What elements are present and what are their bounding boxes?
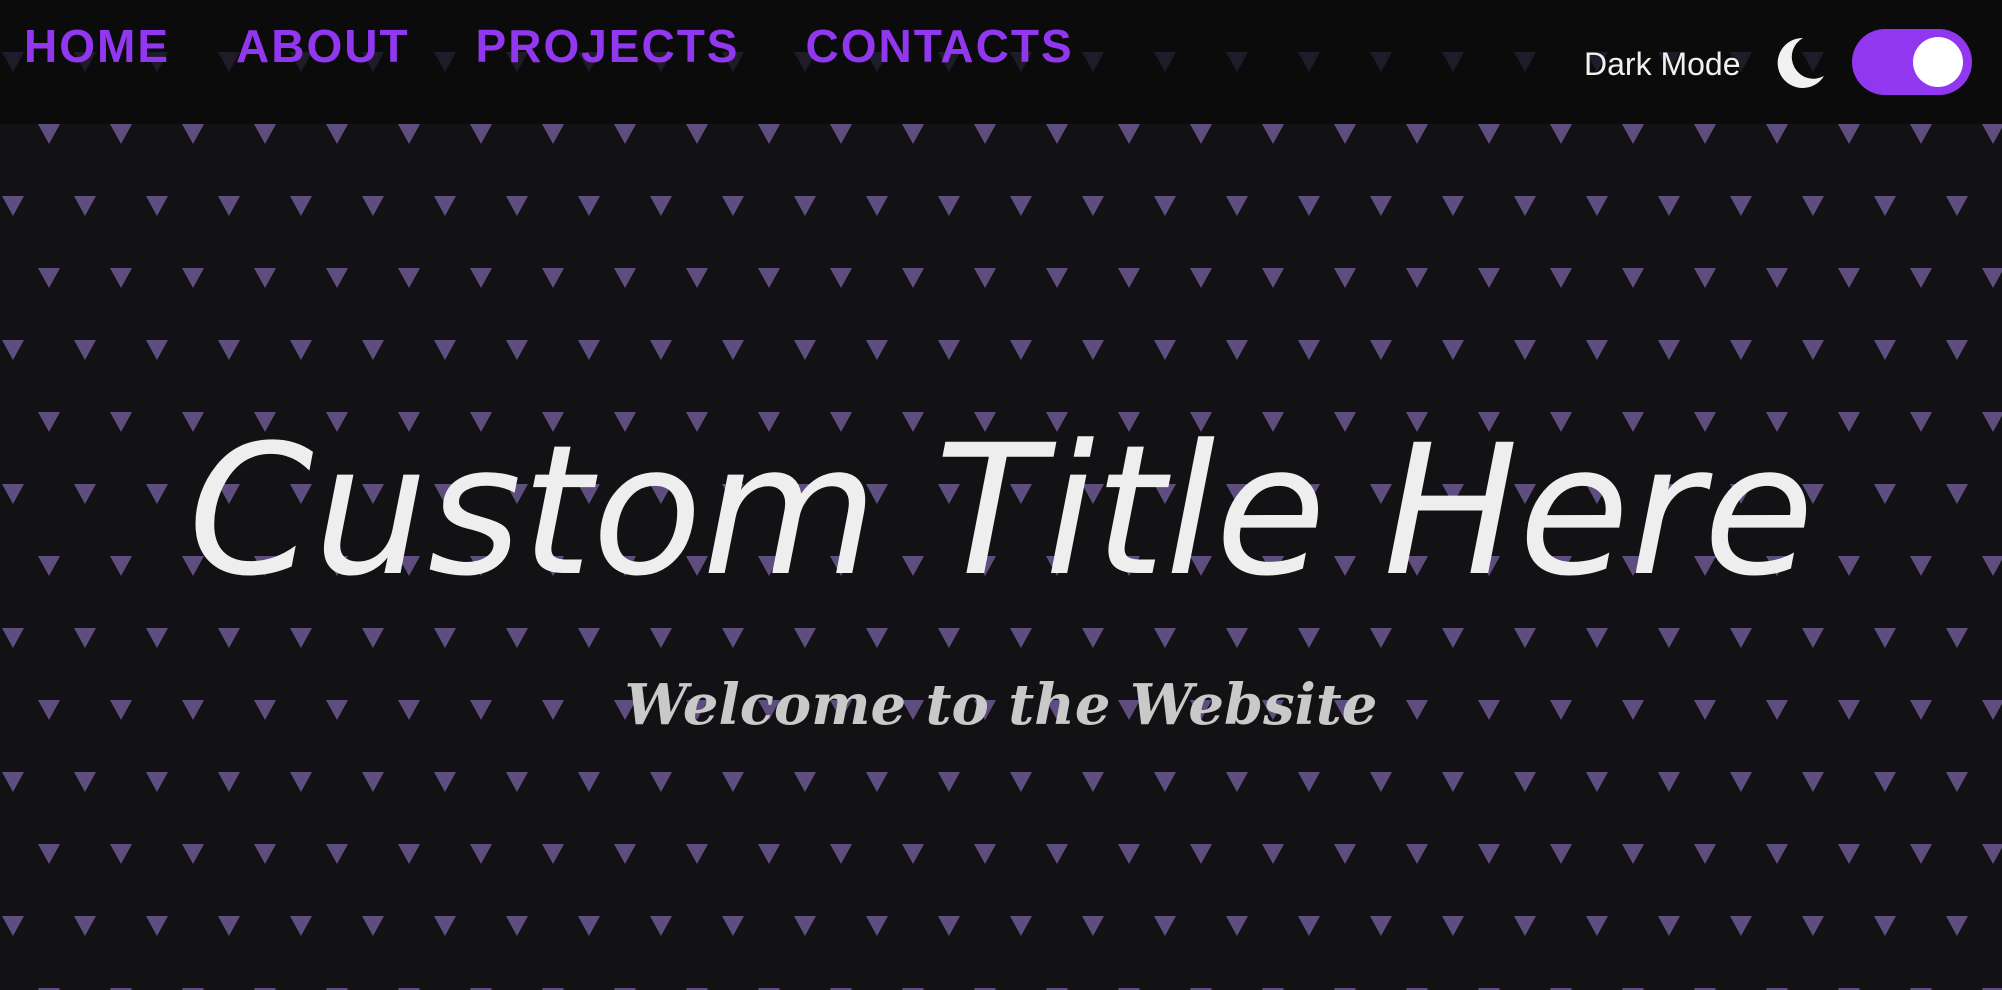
page-subtitle: Welcome to the Website bbox=[624, 672, 1378, 738]
top-navbar: HOME ABOUT PROJECTS CONTACTS Dark Mode bbox=[0, 0, 2002, 124]
page-title: Custom Title Here bbox=[187, 407, 1815, 616]
nav-links: HOME ABOUT PROJECTS CONTACTS bbox=[24, 20, 1074, 72]
dark-mode-toggle[interactable] bbox=[1852, 29, 1972, 95]
dark-mode-label: Dark Mode bbox=[1584, 46, 1741, 82]
moon-icon bbox=[1777, 37, 1824, 88]
nav-link-projects[interactable]: PROJECTS bbox=[476, 20, 740, 72]
toggle-knob bbox=[1913, 37, 1963, 87]
nav-link-contacts[interactable]: CONTACTS bbox=[806, 20, 1074, 72]
nav-link-about[interactable]: ABOUT bbox=[236, 20, 410, 72]
nav-link-home[interactable]: HOME bbox=[24, 20, 170, 72]
